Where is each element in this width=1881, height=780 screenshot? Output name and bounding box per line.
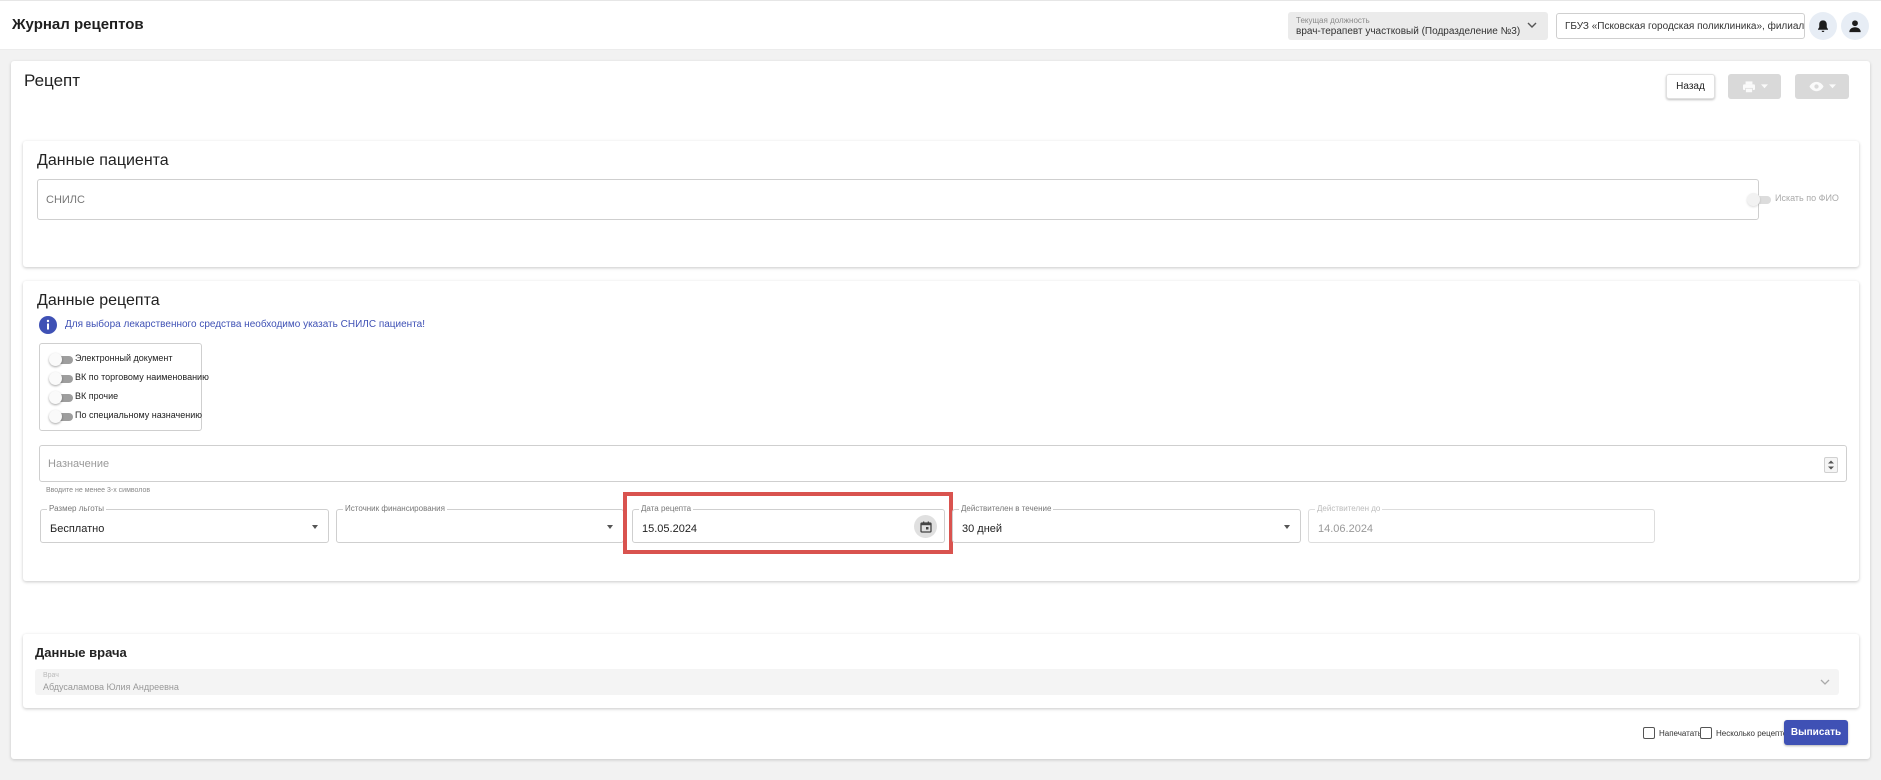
recipe-section: Данные рецепта Для выбора лекарственного…: [23, 281, 1859, 581]
caret-down-icon: [1760, 84, 1768, 89]
organization-field[interactable]: ГБУЗ «Псковская городская поликлиника», …: [1556, 13, 1805, 39]
valid-for-select[interactable]: Действителен в течение 30 дней: [952, 504, 1301, 543]
vk-other-toggle[interactable]: [49, 391, 73, 404]
caret-down-icon: [1828, 84, 1836, 89]
chevron-down-icon: [1527, 22, 1537, 28]
multiple-recipes-checkbox[interactable]: [1700, 727, 1712, 739]
search-by-fio-toggle[interactable]: [1747, 193, 1771, 206]
search-by-fio-label: Искать по ФИО: [1775, 193, 1839, 203]
doctor-section: Данные врача Врач Абдусаламова Юлия Андр…: [23, 634, 1859, 708]
snils-placeholder: СНИЛС: [46, 194, 85, 206]
calendar-icon: [919, 521, 932, 533]
recipe-date-input[interactable]: Дата рецепта 15.05.2024: [632, 504, 945, 543]
position-select[interactable]: Текущая должность врач-терапевт участков…: [1288, 12, 1548, 40]
special-purpose-label: По специальному назначению: [75, 410, 202, 420]
snils-input[interactable]: СНИЛС: [37, 179, 1759, 220]
recipe-card: Рецепт Назад Данные пациента СНИЛС Искат…: [11, 61, 1870, 759]
valid-for-label: Действителен в течение: [959, 504, 1054, 513]
recipe-section-title: Данные рецепта: [37, 292, 160, 309]
benefit-size-select[interactable]: Размер льготы Бесплатно: [40, 504, 329, 543]
electronic-document-label: Электронный документ: [75, 353, 173, 363]
funding-source-label: Источник финансирования: [343, 504, 447, 513]
patient-section-title: Данные пациента: [37, 152, 169, 169]
position-label: Текущая должность: [1296, 16, 1370, 25]
chevron-down-icon: [1820, 679, 1830, 685]
valid-for-value: 30 дней: [962, 523, 1003, 535]
print-checkbox-label: Напечатать: [1659, 729, 1702, 738]
vk-trade-name-toggle[interactable]: [49, 372, 73, 385]
caret-down-icon: [607, 525, 613, 529]
app-title: Журнал рецептов: [12, 16, 144, 33]
page-title: Рецепт: [24, 71, 81, 90]
view-menu-button[interactable]: [1795, 74, 1849, 99]
assignment-placeholder: Назначение: [48, 458, 110, 470]
multiple-recipes-label: Несколько рецептов: [1716, 729, 1792, 738]
recipe-options-group: Электронный документ ВК по торговому наи…: [39, 343, 209, 431]
print-menu-button[interactable]: [1728, 74, 1781, 99]
user-icon: [1849, 20, 1861, 33]
doctor-select[interactable]: Врач Абдусаламова Юлия Андреевна: [35, 669, 1839, 695]
funding-source-select[interactable]: Источник финансирования: [336, 504, 624, 543]
valid-until-label: Действителен до: [1315, 504, 1383, 513]
doctor-label: Врач: [43, 672, 59, 679]
recipe-date-label: Дата рецепта: [639, 504, 694, 513]
back-button[interactable]: Назад: [1666, 74, 1715, 99]
info-message: Для выбора лекарственного средства необх…: [65, 319, 425, 330]
sort-arrows-icon: [1828, 460, 1834, 470]
caret-down-icon: [1284, 525, 1290, 529]
eye-icon: [1808, 81, 1824, 92]
caret-down-icon: [312, 525, 318, 529]
doctor-value: Абдусаламова Юлия Андреевна: [43, 682, 179, 692]
assignment-hint: Вводите не менее 3-х символов: [46, 487, 151, 494]
valid-until-field: Действителен до 14.06.2024: [1308, 504, 1655, 543]
recipe-date-value: 15.05.2024: [642, 523, 698, 535]
notifications-button[interactable]: [1809, 12, 1837, 40]
position-value: врач-терапевт участковый (Подразделение …: [1296, 26, 1521, 37]
info-icon: [39, 316, 57, 334]
special-purpose-toggle[interactable]: [49, 410, 73, 423]
doctor-section-title: Данные врача: [35, 645, 127, 660]
benefit-size-label: Размер льготы: [47, 504, 106, 513]
electronic-document-toggle[interactable]: [49, 353, 73, 366]
vk-trade-name-label: ВК по торговому наименованию: [75, 372, 209, 382]
calendar-button[interactable]: [914, 515, 937, 538]
assignment-spinner[interactable]: [1824, 457, 1838, 473]
print-checkbox[interactable]: [1643, 727, 1655, 739]
assignment-input[interactable]: Назначение: [39, 445, 1847, 482]
benefit-size-value: Бесплатно: [50, 523, 105, 535]
patient-section: Данные пациента СНИЛС Искать по ФИО: [23, 141, 1859, 267]
user-profile-button[interactable]: [1841, 12, 1869, 40]
vk-other-label: ВК прочие: [75, 391, 119, 401]
top-bar: Журнал рецептов Текущая должность врач-т…: [0, 0, 1881, 50]
printer-icon: [1742, 80, 1755, 93]
submit-recipe-button[interactable]: Выписать: [1784, 720, 1848, 745]
bell-icon: [1818, 20, 1828, 33]
valid-until-value: 14.06.2024: [1318, 523, 1374, 535]
